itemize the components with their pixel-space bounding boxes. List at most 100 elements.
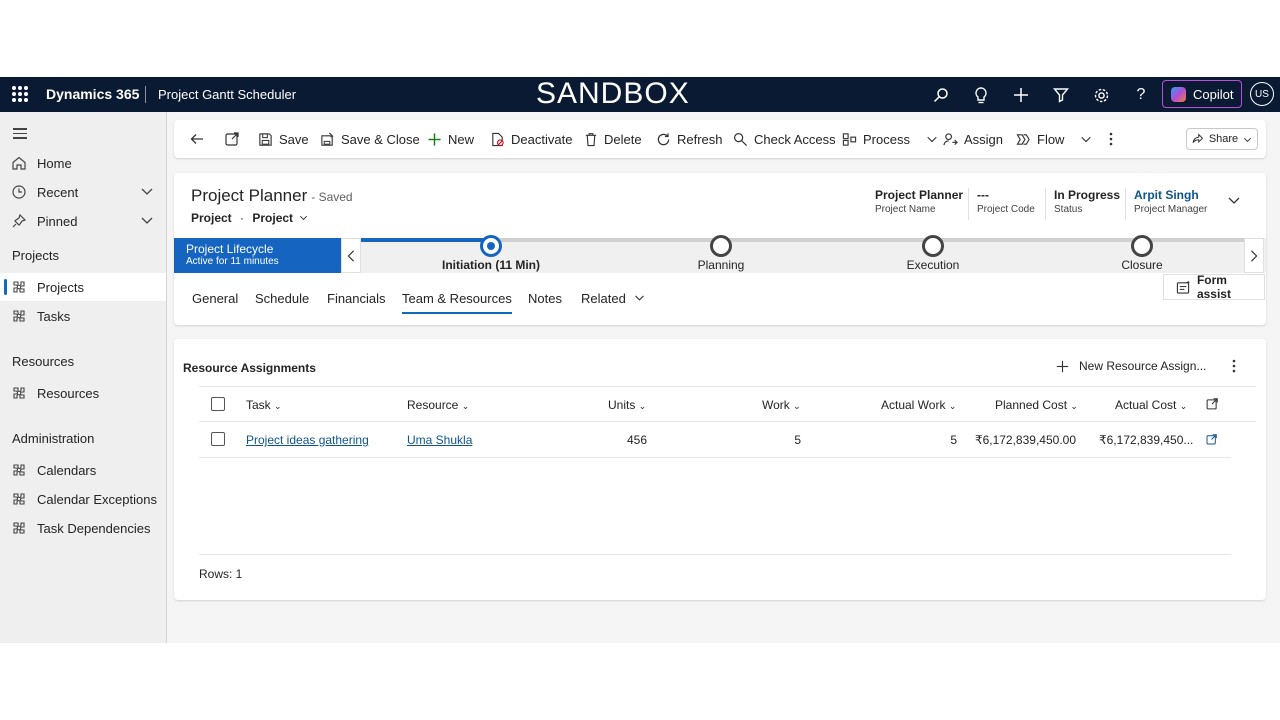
bpf-stage-initiation[interactable]: Initiation (11 Min) [439,235,543,272]
bpf-title: Project Lifecycle [186,242,274,256]
bpf-previous-button[interactable] [341,238,361,273]
bpf-stage-execution[interactable]: Execution [893,235,973,272]
share-button[interactable]: Share [1186,128,1258,150]
assign-button[interactable]: Assign [943,120,1003,158]
assign-icon [943,132,958,145]
search-icon[interactable] [931,85,951,105]
resource-link[interactable]: Uma Shukla [407,433,472,447]
header-field-label: Status [1054,204,1083,215]
check-access-button[interactable]: Check Access [733,120,836,158]
tab-schedule[interactable]: Schedule [255,291,309,306]
column-header-label: Work [762,398,790,412]
user-avatar[interactable]: US [1250,82,1274,106]
open-in-new-window-button[interactable] [224,120,240,158]
gear-icon[interactable] [1091,85,1111,105]
tab-notes[interactable]: Notes [528,291,562,306]
new-resource-assignment-button[interactable]: New Resource Assign... [1056,359,1206,373]
chevron-down-icon: ⌄ [274,401,282,411]
tab-related[interactable]: Related [581,291,645,306]
puzzle-icon [13,310,25,322]
rows-count: Rows: 1 [199,567,243,581]
divider [145,86,146,103]
chevron-down-icon[interactable] [140,213,154,227]
record-subtitle: Project · Project [191,211,308,225]
form-name: Project [252,211,294,225]
copilot-label: Copilot [1193,86,1234,102]
bpf-next-button[interactable] [1244,238,1264,273]
sidebar-item-task-dependencies[interactable]: Task Dependencies [0,514,166,542]
save-label: Save [279,131,309,147]
help-icon[interactable]: ? [1131,85,1151,105]
sidebar-item-resources[interactable]: Resources [0,379,166,407]
puzzle-icon [13,281,25,293]
app-name[interactable]: Project Gantt Scheduler [158,87,296,102]
stage-name: Planning [697,258,745,272]
column-header-actual-work[interactable]: Actual Work ⌄ [881,398,956,412]
save-and-close-button[interactable]: Save & Close [320,120,420,158]
header-field-status: In Progress Status [1045,188,1120,220]
select-all-checkbox[interactable] [211,397,225,411]
tab-team-resources[interactable]: Team & Resources [402,291,512,314]
column-header-actual-cost[interactable]: Actual Cost ⌄ [1115,398,1187,412]
column-header-resource[interactable]: Resource ⌄ [407,398,469,412]
more-vertical-icon[interactable] [1232,359,1236,373]
chevron-down-icon [1244,137,1252,142]
lightbulb-icon[interactable] [971,85,991,105]
app-launcher-icon[interactable] [12,86,28,102]
open-new-window-icon [225,132,239,146]
chevron-down-icon: ⌄ [638,401,647,411]
column-header-label: Actual Work [881,398,946,412]
sidebar-item-calendar-exceptions[interactable]: Calendar Exceptions [0,485,166,513]
bpf-stage-planning[interactable]: Planning [681,235,761,272]
puzzle-icon [13,387,25,399]
chevron-down-icon[interactable] [140,184,154,198]
table-row[interactable]: Project ideas gathering Uma Shukla 456 5… [199,422,1231,458]
column-header-units[interactable]: Units ⌄ [608,398,646,412]
tab-general[interactable]: General [192,291,238,306]
refresh-button[interactable]: Refresh [656,120,723,158]
column-header-task[interactable]: Task ⌄ [246,398,282,412]
new-resource-assignment-label: New Resource Assign... [1079,359,1207,373]
open-record-icon[interactable] [1206,434,1217,445]
sidebar-item-projects[interactable]: Projects [0,273,166,301]
sidebar-item-recent[interactable]: Recent [0,178,166,206]
hamburger-menu-icon[interactable] [13,128,27,142]
flow-button[interactable]: Flow [1016,120,1092,158]
header-field-project-name: Project Planner Project Name [875,188,963,215]
column-header-work[interactable]: Work ⌄ [762,398,801,412]
form-assist-icon [1176,279,1191,294]
copilot-button[interactable]: Copilot [1162,80,1242,108]
assign-label: Assign [964,131,1004,147]
column-header-planned-cost[interactable]: Planned Cost ⌄ [995,398,1078,412]
save-icon [259,132,272,146]
back-button[interactable] [189,120,205,158]
more-commands-button[interactable] [1109,120,1113,158]
filter-icon[interactable] [1051,85,1071,105]
sidebar-item-tasks[interactable]: Tasks [0,302,166,330]
bpf-stage-closure[interactable]: Closure [1102,235,1182,272]
delete-button[interactable]: Delete [584,120,642,158]
project-manager-link[interactable]: Arpit Singh [1134,188,1207,202]
flow-icon [1016,133,1030,145]
environment-label: SANDBOX [536,77,690,110]
process-button[interactable]: Process [842,120,938,158]
save-status: - Saved [311,190,353,204]
open-in-new-window-icon[interactable] [1206,398,1218,410]
sidebar-item-home[interactable]: Home [0,149,166,177]
task-link[interactable]: Project ideas gathering [246,433,369,447]
record-title-row: Project Planner - Saved [191,186,353,206]
new-button[interactable]: New [427,120,474,158]
bpf-process-name[interactable]: Project Lifecycle Active for 11 minutes [174,238,341,273]
brand-name[interactable]: Dynamics 365 [46,86,139,102]
row-checkbox[interactable] [211,432,225,446]
form-selector[interactable]: Project [252,211,308,225]
expand-header-chevron-icon[interactable] [1227,193,1241,207]
sidebar-item-pinned[interactable]: Pinned [0,207,166,235]
sidebar-item-calendars[interactable]: Calendars [0,456,166,484]
sidebar-item-label: Resources [37,385,100,401]
plus-icon[interactable] [1011,85,1031,105]
tab-financials[interactable]: Financials [327,291,386,306]
form-assist-button[interactable]: Form assist [1163,273,1265,301]
deactivate-button[interactable]: Deactivate [490,120,572,158]
save-button[interactable]: Save [258,120,309,158]
